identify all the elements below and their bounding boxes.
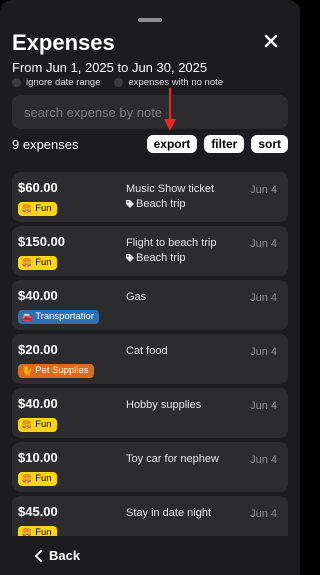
action-buttons: export filter sort — [146, 135, 288, 153]
expense-amount: $40.00 — [18, 396, 58, 411]
filter-toggles: ignore date range expenses with no note — [12, 77, 223, 88]
expense-note: Toy car for nephew — [126, 453, 219, 465]
category-icon: 🚘 — [21, 312, 33, 322]
annotation-arrow-icon — [164, 88, 176, 131]
expense-amount: $150.00 — [18, 234, 65, 249]
category-badge: 🍔 Fun — [18, 472, 57, 486]
date-range-label[interactable]: From Jun 1, 2025 to Jun 30, 2025 — [12, 60, 207, 75]
export-button[interactable]: export — [146, 135, 198, 153]
expenses-sheet: Expenses From Jun 1, 2025 to Jun 30, 202… — [0, 0, 300, 575]
category-label: Fun — [35, 473, 52, 484]
expense-amount: $40.00 — [18, 288, 58, 303]
close-icon[interactable] — [262, 32, 280, 50]
tag-icon — [126, 254, 134, 262]
expense-amount: $20.00 — [18, 342, 58, 357]
expense-row[interactable]: $150.00 🍔 Fun Flight to beach trip Beach tri… — [12, 226, 288, 276]
filter-button[interactable]: filter — [204, 135, 245, 153]
category-icon: 🍔 — [21, 258, 33, 268]
checkbox[interactable] — [12, 78, 21, 87]
category-badge: 🍔 Fun — [18, 202, 57, 216]
expense-tag: Beach trip — [126, 198, 186, 210]
category-label: Fun — [35, 203, 52, 214]
expense-amount: $45.00 — [18, 504, 58, 519]
expense-note: Cat food — [126, 345, 168, 357]
expense-note: Music Show ticket — [126, 183, 215, 195]
sort-button[interactable]: sort — [251, 135, 288, 153]
search-placeholder: search expense by note — [24, 104, 163, 120]
category-icon: 🐈 — [21, 366, 33, 376]
search-input[interactable]: search expense by note — [12, 95, 288, 129]
expense-date: Jun 4 — [250, 292, 277, 304]
expense-date: Jun 4 — [250, 508, 277, 520]
tag-icon — [126, 200, 134, 208]
expense-count: 9 expenses — [12, 137, 79, 152]
expense-row[interactable]: $40.00 🍔 Fun Hobby supplies Jun 4 — [12, 388, 288, 438]
category-badge: 🚘 Transportatior — [18, 310, 99, 324]
expense-amount: $10.00 — [18, 450, 58, 465]
expense-amount: $60.00 — [18, 180, 58, 195]
expense-row[interactable]: $20.00 🐈 Pet Supplies Cat food Jun 4 — [12, 334, 288, 384]
expense-date: Jun 4 — [250, 184, 277, 196]
category-label: Fun — [35, 419, 52, 430]
expense-tag: Beach trip — [126, 252, 186, 264]
back-label: Back — [49, 548, 81, 563]
back-button[interactable]: Back — [34, 548, 80, 563]
expense-list: $60.00 🍔 Fun Music Show ticket Beach trip Jun… — [12, 172, 288, 550]
no-note-label: expenses with no note — [128, 77, 224, 88]
page-title: Expenses — [12, 30, 115, 55]
expense-row[interactable]: $10.00 🍔 Fun Toy car for nephew Jun 4 — [12, 442, 288, 492]
category-icon: 🍔 — [21, 204, 33, 214]
expense-row[interactable]: $60.00 🍔 Fun Music Show ticket Beach trip Jun… — [12, 172, 288, 222]
expense-date: Jun 4 — [250, 454, 277, 466]
category-label: Fun — [35, 257, 52, 268]
category-label: Pet Supplies — [35, 365, 89, 376]
expense-row[interactable]: $40.00 🚘 Transportatior Gas Jun 4 — [12, 280, 288, 330]
category-icon: 🍔 — [21, 474, 33, 484]
category-badge: 🐈 Pet Supplies — [18, 364, 94, 378]
category-label: Transportatior — [35, 311, 94, 322]
expense-date: Jun 4 — [250, 346, 277, 358]
expense-note: Flight to beach trip — [126, 237, 217, 249]
tag-label: Beach trip — [136, 198, 186, 210]
category-icon: 🍔 — [21, 420, 33, 430]
checkbox[interactable] — [114, 78, 124, 87]
category-badge: 🍔 Fun — [18, 256, 57, 270]
ignore-date-range-toggle[interactable]: ignore date range — [12, 77, 100, 88]
expense-date: Jun 4 — [250, 238, 277, 250]
expense-note: Stay in date night — [126, 507, 212, 519]
category-badge: 🍔 Fun — [18, 418, 57, 432]
tag-label: Beach trip — [136, 252, 186, 264]
chevron-left-icon — [34, 549, 42, 562]
expense-note: Gas — [126, 291, 147, 303]
sheet-grabber[interactable] — [138, 18, 162, 22]
expense-note: Hobby supplies — [126, 399, 202, 411]
expense-date: Jun 4 — [250, 400, 277, 412]
ignore-date-range-label: ignore date range — [26, 77, 101, 88]
no-note-toggle[interactable]: expenses with no note — [114, 77, 223, 88]
